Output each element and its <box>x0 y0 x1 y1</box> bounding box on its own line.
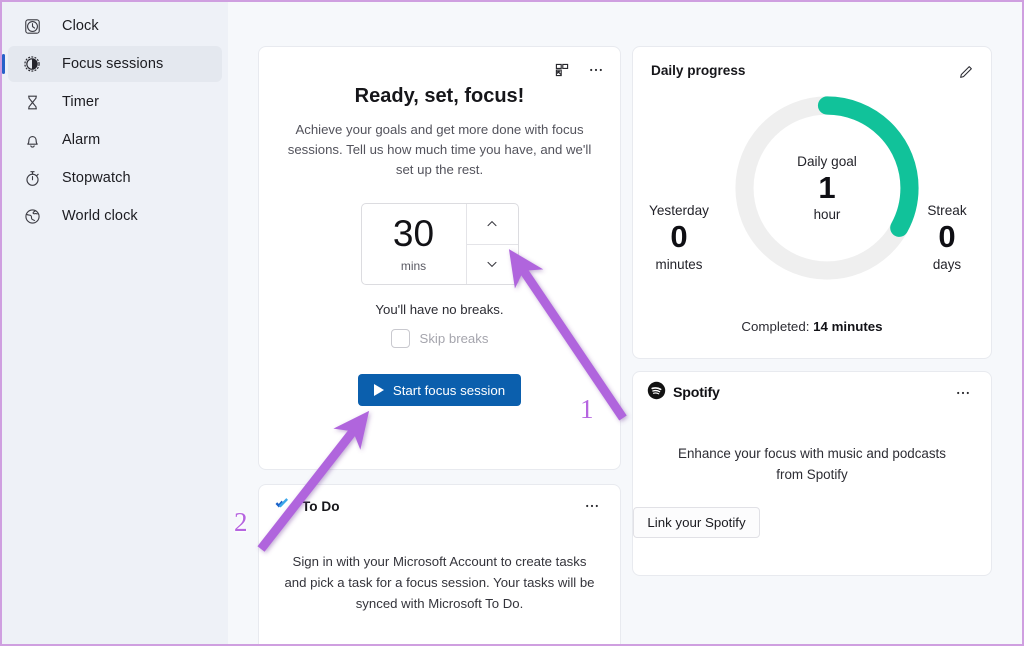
start-focus-session-label: Start focus session <box>392 382 506 398</box>
duration-decrement-button[interactable] <box>467 245 518 285</box>
hourglass-icon <box>20 90 44 114</box>
daily-progress-ring-wrap: Daily goal 1 hour Yesterday 0 minutes St… <box>633 89 993 319</box>
sidebar-item-alarm[interactable]: Alarm <box>8 122 222 158</box>
sidebar-item-label: Clock <box>62 18 99 34</box>
sidebar-item-world-clock[interactable]: World clock <box>8 198 222 234</box>
focus-icon <box>20 52 44 76</box>
duration-value: 30 <box>392 213 435 254</box>
sidebar-item-label: Timer <box>62 94 100 110</box>
todo-card-header: To Do <box>259 485 620 527</box>
globe-icon <box>20 204 44 228</box>
streak-label: Streak <box>927 203 967 218</box>
yesterday-value: 0 <box>670 219 688 254</box>
daily-goal-unit: hour <box>813 207 841 223</box>
navigation-sidebar: Clock Focus sessions Timer Alarm Stopwat… <box>2 2 228 644</box>
link-spotify-button[interactable]: Link your Spotify <box>633 507 760 538</box>
stopwatch-icon <box>20 166 44 190</box>
focus-card-title: Ready, set, focus! <box>354 85 525 107</box>
sidebar-item-focus-sessions[interactable]: Focus sessions <box>2 46 222 82</box>
spotify-card-title: Spotify <box>673 385 720 401</box>
daily-goal-stat: Daily goal 1 hour <box>728 89 926 287</box>
bell-icon <box>20 128 44 152</box>
sidebar-item-label: Alarm <box>62 132 101 148</box>
sidebar-item-stopwatch[interactable]: Stopwatch <box>8 160 222 196</box>
daily-progress-card: Daily progress Daily goal 1 hour Yesterd… <box>632 46 992 359</box>
sidebar-item-label: World clock <box>62 208 138 224</box>
focus-card-actions <box>548 57 610 83</box>
spotify-card: Spotify Enhance your focus with music an… <box>632 371 992 576</box>
todo-card-body: Sign in with your Microsoft Account to c… <box>284 554 595 611</box>
focus-card-subtitle: Achieve your goals and get more done wit… <box>287 122 592 177</box>
sidebar-item-timer[interactable]: Timer <box>8 84 222 120</box>
microsoft-todo-icon <box>273 494 292 518</box>
todo-card-title: To Do <box>302 498 340 514</box>
yesterday-unit: minutes <box>655 256 703 272</box>
completed-value: 14 minutes <box>813 319 883 334</box>
skip-breaks-checkbox[interactable] <box>390 329 410 348</box>
spotify-logo-icon <box>647 381 666 405</box>
duration-stepper <box>465 204 518 285</box>
more-options-icon[interactable] <box>578 493 606 519</box>
sidebar-item-label: Stopwatch <box>62 170 131 186</box>
clock-icon <box>20 14 44 38</box>
annotation-label-1: 1 <box>580 394 594 424</box>
sidebar-item-label: Focus sessions <box>62 56 164 72</box>
compact-overlay-icon[interactable] <box>548 57 576 83</box>
duration-value-group[interactable]: 30 mins <box>362 204 466 284</box>
yesterday-label: Yesterday <box>649 203 709 218</box>
streak-stat: Streak 0 days <box>901 203 993 272</box>
duration-spinner[interactable]: 30 mins <box>360 203 519 285</box>
start-focus-session-button[interactable]: Start focus session <box>358 374 521 406</box>
skip-breaks-label: Skip breaks <box>419 331 489 346</box>
more-options-icon[interactable] <box>582 57 610 83</box>
daily-progress-title: Daily progress <box>651 63 746 78</box>
clock-app-window: Clock Focus sessions Timer Alarm Stopwat… <box>0 0 1024 646</box>
skip-breaks-row[interactable]: Skip breaks <box>259 329 620 348</box>
completed-status: Completed: 14 minutes <box>633 319 991 334</box>
spotify-card-body: Enhance your focus with music and podcas… <box>678 446 946 482</box>
main-content: Ready, set, focus! Achieve your goals an… <box>228 2 1022 644</box>
completed-prefix: Completed: <box>741 319 814 334</box>
play-icon <box>373 384 384 396</box>
streak-value: 0 <box>938 219 956 254</box>
duration-unit: mins <box>400 259 427 273</box>
spotify-card-header: Spotify <box>633 372 991 414</box>
streak-unit: days <box>932 256 962 272</box>
todo-card: To Do Sign in with your Microsoft Accoun… <box>258 484 621 644</box>
annotation-label-2: 2 <box>234 507 248 537</box>
focus-session-card: Ready, set, focus! Achieve your goals an… <box>258 46 621 470</box>
yesterday-stat: Yesterday 0 minutes <box>633 203 725 272</box>
daily-goal-value: 1 <box>818 169 836 205</box>
pencil-icon[interactable] <box>951 59 979 85</box>
more-options-icon[interactable] <box>949 380 977 406</box>
sidebar-item-clock[interactable]: Clock <box>8 8 222 44</box>
breaks-note: You'll have no breaks. <box>375 302 504 317</box>
daily-goal-label: Daily goal <box>797 153 857 169</box>
duration-increment-button[interactable] <box>466 204 518 245</box>
